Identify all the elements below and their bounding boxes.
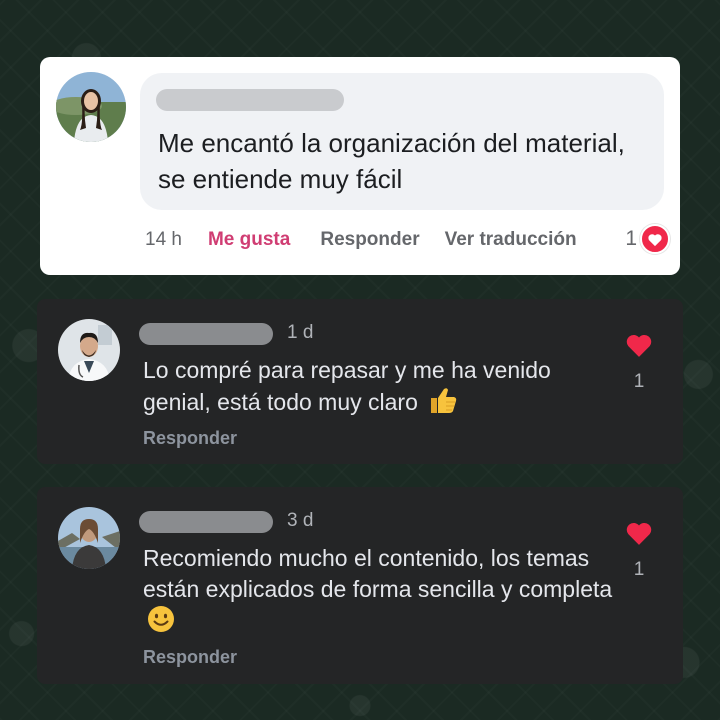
user-avatar[interactable] (58, 507, 120, 569)
user-avatar[interactable] (56, 72, 126, 142)
comment-bubble: Me encantó la organización del material,… (140, 73, 664, 210)
comment-card-light: Me encantó la organización del material,… (40, 57, 680, 275)
comment-card-dark: 3 d Recomiendo mucho el contenido, los t… (37, 487, 683, 684)
smiling-face-emoji-icon (148, 606, 174, 632)
reaction-count: 1 (625, 227, 637, 250)
comment-text: Lo compré para repasar y me ha venido ge… (143, 355, 613, 418)
comment-time[interactable]: 1 d (287, 322, 313, 344)
reply-button[interactable]: Responder (320, 229, 419, 251)
comment-like[interactable]: 1 (623, 333, 655, 393)
heart-icon[interactable] (625, 333, 653, 358)
comment-text-body: Lo compré para repasar y me ha venido ge… (143, 357, 551, 415)
blurred-username[interactable] (156, 89, 344, 111)
reaction-summary[interactable]: 1 (625, 224, 670, 254)
like-button[interactable]: Me gusta (208, 229, 290, 251)
reply-button[interactable]: Responder (143, 647, 237, 668)
like-count: 1 (633, 371, 645, 392)
user-avatar[interactable] (58, 319, 120, 381)
comment-like[interactable]: 1 (623, 521, 655, 581)
translate-button[interactable]: Ver traducción (445, 229, 577, 251)
comment-card-dark: 1 d Lo compré para repasar y me ha venid… (37, 299, 683, 464)
comment-time[interactable]: 3 d (287, 510, 313, 532)
heart-icon[interactable] (625, 521, 653, 546)
reply-button[interactable]: Responder (143, 428, 237, 449)
love-reaction-icon (640, 224, 670, 254)
comment-text-body: Recomiendo mucho el contenido, los temas… (143, 545, 613, 602)
blurred-username[interactable] (139, 511, 273, 533)
comment-text: Recomiendo mucho el contenido, los temas… (143, 543, 613, 637)
blurred-username[interactable] (139, 323, 273, 345)
thumbs-up-emoji-icon (431, 388, 457, 413)
like-count: 1 (633, 559, 645, 580)
comment-text: Me encantó la organización del material,… (158, 128, 625, 194)
comment-time[interactable]: 14 h (145, 229, 182, 251)
comment-actions: 14 h Me gusta Responder Ver traducción (145, 225, 577, 255)
